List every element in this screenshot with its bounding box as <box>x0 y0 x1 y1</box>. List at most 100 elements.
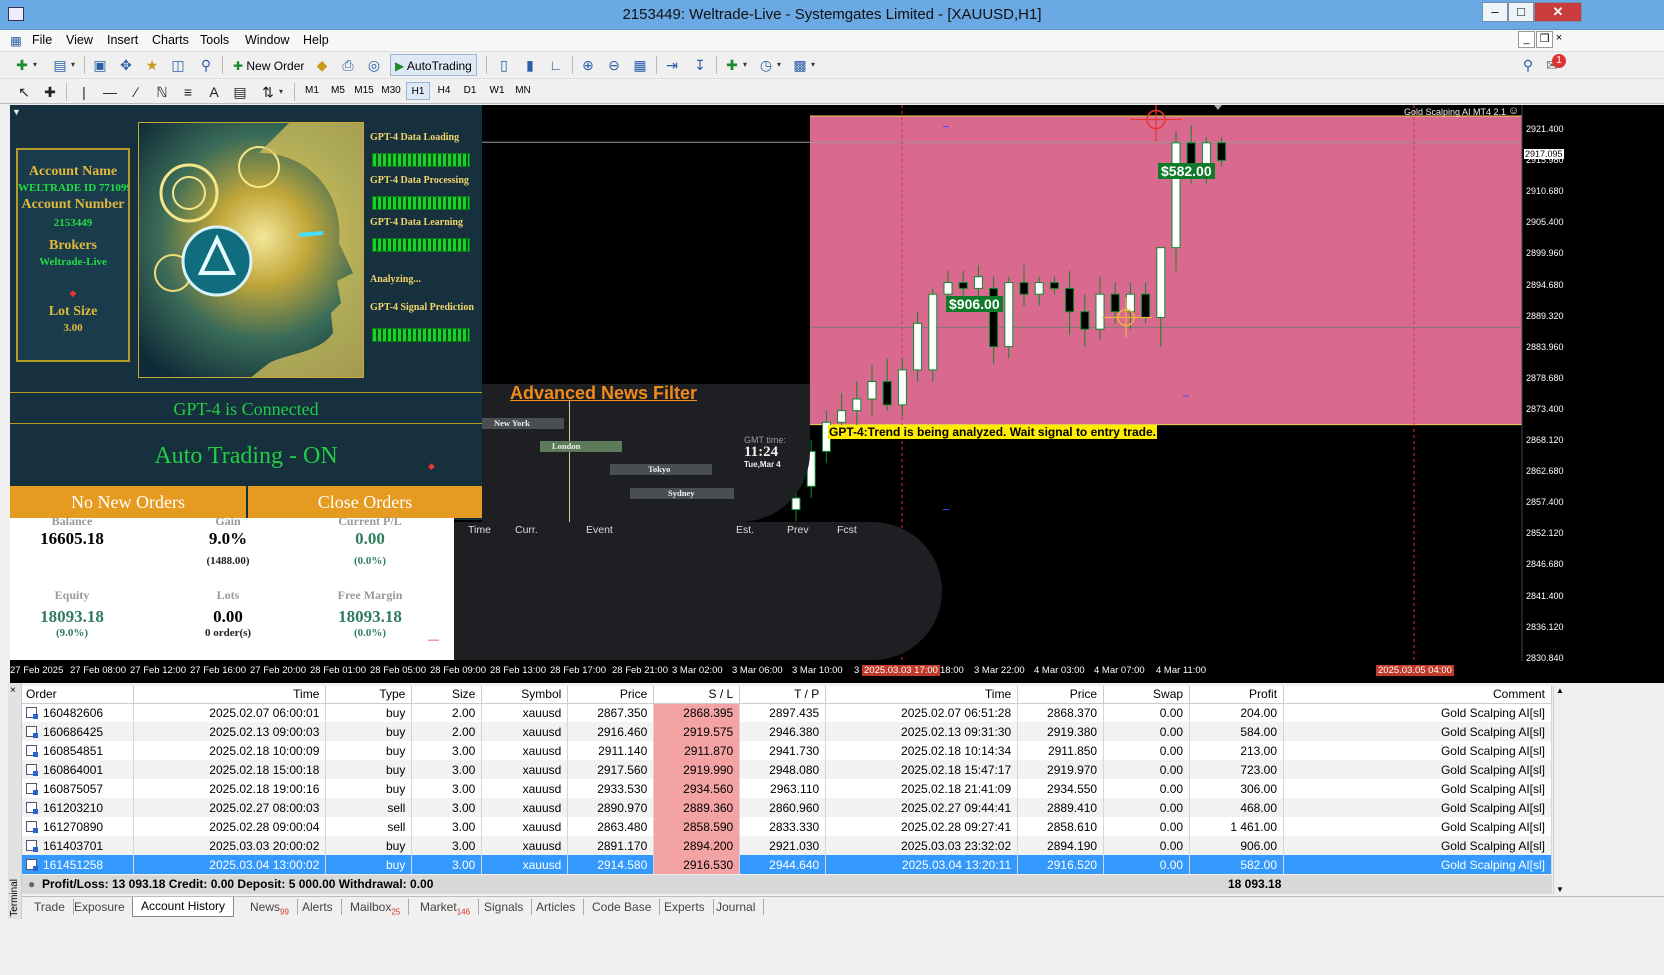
scroll-up-icon[interactable]: ▲ <box>1556 686 1564 695</box>
new-chart-icon[interactable]: ✚ <box>12 56 32 74</box>
zoom-out-icon[interactable]: ⊖ <box>604 56 624 74</box>
autotrading-button[interactable]: ▶ AutoTrading <box>390 54 477 76</box>
timeframe-m1[interactable]: M1 <box>300 82 324 100</box>
chart-shift-icon[interactable]: ↧ <box>690 56 710 74</box>
crosshair-icon[interactable]: ✚ <box>40 83 60 101</box>
text-icon[interactable]: A <box>204 83 224 101</box>
table-row[interactable]: 160875057 2025.02.18 19:00:16 buy 3.00 xauus… <box>22 779 1552 798</box>
menu-tools[interactable]: Tools <box>200 33 229 47</box>
column-header[interactable]: Comment <box>1283 686 1552 704</box>
column-header[interactable]: Price <box>1017 686 1105 704</box>
timeframe-m15[interactable]: M15 <box>352 82 376 100</box>
dropdown-arrow-icon[interactable]: ▾ <box>276 83 286 101</box>
table-row[interactable]: 160864001 2025.02.18 15:00:18 buy 3.00 xauus… <box>22 760 1552 779</box>
timeframe-h4[interactable]: H4 <box>432 82 456 100</box>
tab-journal[interactable]: Journal <box>708 899 765 915</box>
cursor-icon[interactable]: ↖ <box>14 83 34 101</box>
arrows-icon[interactable]: ⇅ <box>258 83 278 101</box>
column-header[interactable]: Profit <box>1189 686 1285 704</box>
tab-alerts[interactable]: Alerts <box>294 899 342 915</box>
line-chart-icon[interactable]: ∟ <box>546 56 566 74</box>
table-row[interactable]: 161270890 2025.02.28 09:00:04 sell 3.00 xauu… <box>22 817 1552 836</box>
tab-mailbox[interactable]: Mailbox25 <box>342 899 410 916</box>
maximize-button[interactable]: □ <box>1508 2 1534 22</box>
minimize-button[interactable]: – <box>1482 2 1508 22</box>
strategy-tester-icon[interactable]: ⚲ <box>196 56 216 74</box>
tab-account-history[interactable]: Account History <box>132 897 235 917</box>
terminal-icon[interactable]: ◫ <box>168 56 188 74</box>
dropdown-arrow-icon[interactable]: ▾ <box>30 56 40 74</box>
timeframe-w1[interactable]: W1 <box>485 82 509 100</box>
timeframe-mn[interactable]: MN <box>511 82 535 100</box>
table-row[interactable]: 160854851 2025.02.18 10:00:09 buy 3.00 xauus… <box>22 741 1552 760</box>
column-header[interactable]: Time <box>825 686 1019 704</box>
table-row[interactable]: 160482606 2025.02.07 06:00:01 buy 2.00 xauus… <box>22 703 1552 722</box>
market-watch-icon[interactable]: ▣ <box>90 56 110 74</box>
zoom-in-icon[interactable]: ⊕ <box>578 56 598 74</box>
fibonacci-icon[interactable]: ≡ <box>178 83 198 101</box>
data-window-icon[interactable]: ✥ <box>116 56 136 74</box>
panel-collapse-icon[interactable]: ▼ <box>12 107 21 117</box>
table-scrollbar[interactable]: ▲ ▼ <box>1553 686 1567 894</box>
table-row[interactable]: 161203210 2025.02.27 08:00:03 sell 3.00 xauu… <box>22 798 1552 817</box>
menu-insert[interactable]: Insert <box>107 33 138 47</box>
indicators-icon[interactable]: ✚ <box>722 56 742 74</box>
tile-windows-icon[interactable]: ▦ <box>630 56 650 74</box>
scroll-down-icon[interactable]: ▼ <box>1556 885 1564 894</box>
dropdown-arrow-icon[interactable]: ▾ <box>774 56 784 74</box>
column-header[interactable]: Swap <box>1103 686 1191 704</box>
dropdown-arrow-icon[interactable]: ▾ <box>68 56 78 74</box>
timeframe-m5[interactable]: M5 <box>326 82 350 100</box>
tab-signals[interactable]: Signals <box>476 899 533 915</box>
horizontal-line-icon[interactable]: — <box>100 83 120 101</box>
periods-icon[interactable]: ◷ <box>756 56 776 74</box>
tab-news[interactable]: News99 <box>242 899 298 916</box>
column-header[interactable]: Time <box>133 686 327 704</box>
new-order-button[interactable]: ✚ New Order <box>228 54 309 76</box>
chart-window-icon[interactable]: ▦ <box>10 33 22 48</box>
table-row[interactable]: 161451258 2025.03.04 13:00:02 buy 3.00 xauus… <box>22 855 1552 874</box>
metaeditor-icon[interactable]: ◆ <box>312 56 332 74</box>
menu-file[interactable]: File <box>32 33 52 47</box>
column-header[interactable]: Order <box>22 686 135 704</box>
print-icon[interactable]: ⎙ <box>338 56 358 74</box>
auto-scroll-icon[interactable]: ⇥ <box>662 56 682 74</box>
trendline-icon[interactable]: ∕ <box>126 83 146 101</box>
menu-view[interactable]: View <box>66 33 93 47</box>
dropdown-arrow-icon[interactable]: ▾ <box>740 56 750 74</box>
close-button[interactable]: ✕ <box>1534 2 1582 22</box>
navigator-icon[interactable]: ★ <box>142 56 162 74</box>
tab-code-base[interactable]: Code Base <box>584 899 661 915</box>
menu-charts[interactable]: Charts <box>152 33 189 47</box>
vertical-line-icon[interactable]: | <box>74 83 94 101</box>
table-row[interactable]: 161403701 2025.03.03 20:00:02 buy 3.00 xauus… <box>22 836 1552 855</box>
profiles-icon[interactable]: ▤ <box>50 56 70 74</box>
table-row[interactable]: 160686425 2025.02.13 09:00:03 buy 2.00 xauus… <box>22 722 1552 741</box>
column-header[interactable]: Price <box>567 686 655 704</box>
tab-market[interactable]: Market146 <box>412 899 480 916</box>
timeframe-h1[interactable]: H1 <box>406 82 430 100</box>
templates-icon[interactable]: ▩ <box>790 56 810 74</box>
column-header[interactable]: Size <box>411 686 483 704</box>
column-header[interactable]: S / L <box>653 686 741 704</box>
timeframe-d1[interactable]: D1 <box>458 82 482 100</box>
candlestick-icon[interactable]: ▮ <box>520 56 540 74</box>
dropdown-arrow-icon[interactable]: ▾ <box>808 56 818 74</box>
channel-icon[interactable]: ℕ <box>152 83 172 101</box>
menu-window[interactable]: Window <box>245 33 289 47</box>
tab-articles[interactable]: Articles <box>528 899 585 915</box>
column-header[interactable]: Symbol <box>481 686 569 704</box>
tab-exposure[interactable]: Exposure <box>66 899 134 915</box>
close-icon[interactable]: × <box>10 685 16 917</box>
mdi-minimize-button[interactable]: _ <box>1518 31 1535 48</box>
search-icon[interactable]: ⚲ <box>1518 56 1538 74</box>
text-label-icon[interactable]: ▤ <box>230 83 250 101</box>
mdi-close-button[interactable]: × <box>1554 31 1564 48</box>
tab-experts[interactable]: Experts <box>656 899 714 915</box>
timeframe-m30[interactable]: M30 <box>379 82 403 100</box>
column-header[interactable]: T / P <box>739 686 827 704</box>
bar-chart-icon[interactable]: ▯ <box>494 56 514 74</box>
signals-icon[interactable]: ◎ <box>364 56 384 74</box>
menu-help[interactable]: Help <box>303 33 329 47</box>
column-header[interactable]: Type <box>325 686 413 704</box>
